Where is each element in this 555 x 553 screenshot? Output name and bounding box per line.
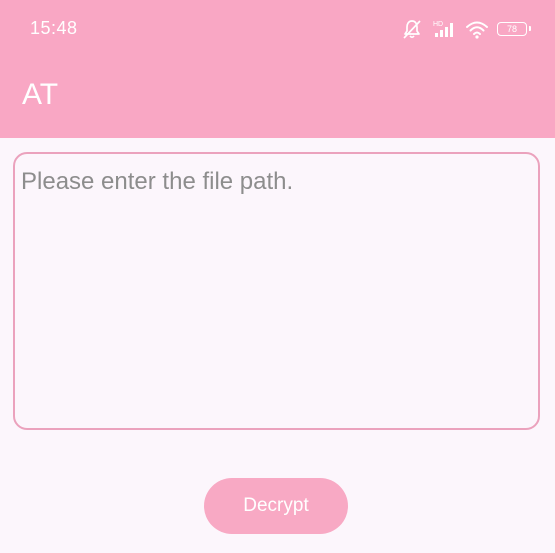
- wifi-icon: [465, 18, 489, 40]
- battery-level: 78: [506, 23, 517, 34]
- mute-bell-icon: [401, 18, 423, 40]
- app-title: AT: [22, 78, 59, 111]
- status-time: 15:48: [30, 18, 78, 38]
- app-bar: 15:48 HD 78 AT: [0, 0, 555, 138]
- signal-icon: HD: [431, 18, 457, 40]
- file-path-input[interactable]: [13, 152, 540, 430]
- status-bar: 15:48 HD 78: [0, 0, 555, 58]
- signal-hd-label: HD: [433, 21, 443, 28]
- app-screen: 15:48 HD 78 AT Please enter the file pat…: [0, 0, 555, 553]
- decrypt-button[interactable]: Decrypt: [204, 478, 348, 534]
- battery-icon: 78: [497, 22, 531, 36]
- status-icons: HD 78: [401, 17, 531, 41]
